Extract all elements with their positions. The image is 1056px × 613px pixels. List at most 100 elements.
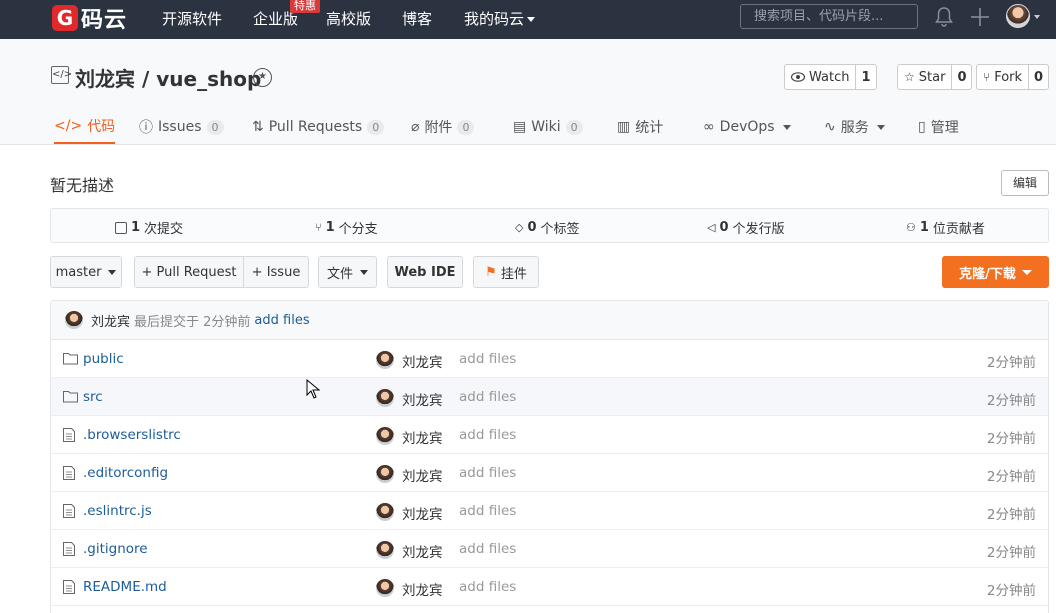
- tab-count: 0: [367, 119, 385, 135]
- table-row[interactable]: .editorconfig 刘龙宾 add files 2分钟前: [51, 454, 1048, 492]
- tab-label: Pull Requests: [268, 119, 363, 135]
- file-commit-time: 2分钟前: [986, 355, 1036, 371]
- tab-attachments[interactable]: ⌀ 附件 0: [411, 110, 475, 144]
- plus-icon[interactable]: [968, 5, 992, 29]
- file-name[interactable]: README.md: [83, 579, 167, 595]
- file-commit-author[interactable]: 刘龙宾: [402, 503, 443, 523]
- file-commit-author[interactable]: 刘龙宾: [402, 465, 443, 485]
- stat-commits[interactable]: 1 次提交: [115, 218, 183, 237]
- file-name[interactable]: .editorconfig: [83, 465, 168, 481]
- file-name[interactable]: public: [83, 351, 124, 367]
- stat-number: 0: [719, 220, 729, 235]
- avatar[interactable]: [376, 541, 394, 559]
- avatar[interactable]: [65, 311, 83, 329]
- pulse-icon: ∿: [824, 119, 836, 135]
- file-commit-message[interactable]: add files: [459, 427, 516, 443]
- infinity-icon: ∞: [703, 119, 715, 135]
- tab-issues[interactable]: ⓘ Issues 0: [139, 110, 224, 144]
- watch-count[interactable]: 1: [855, 65, 875, 89]
- nav-blog[interactable]: 博客: [402, 8, 432, 29]
- watch-label: Watch: [809, 69, 850, 85]
- contributors-icon: ⚇: [906, 221, 916, 234]
- file-commit-time: 2分钟前: [986, 469, 1036, 485]
- files-menu-button[interactable]: 文件: [318, 256, 377, 288]
- search-input[interactable]: 搜索项目、代码片段...: [740, 4, 918, 29]
- file-list: 刘龙宾 最后提交于 2分钟前 add files public 刘龙宾 add fi…: [50, 300, 1049, 613]
- file-commit-author[interactable]: 刘龙宾: [402, 389, 443, 409]
- files-label: 文件: [326, 266, 353, 282]
- stat-branches[interactable]: ⑂ 1 个分支: [315, 218, 378, 237]
- avatar[interactable]: [376, 579, 394, 597]
- last-commit-bar: 刘龙宾 最后提交于 2分钟前 add files: [51, 301, 1048, 340]
- file-name[interactable]: src: [83, 389, 103, 405]
- file-commit-author[interactable]: 刘龙宾: [402, 427, 443, 447]
- file-name[interactable]: .gitignore: [83, 541, 148, 557]
- stat-tags[interactable]: ◇ 0 个标签: [515, 218, 580, 237]
- edit-description-button[interactable]: 编辑: [1001, 170, 1049, 196]
- file-commit-author[interactable]: 刘龙宾: [402, 351, 443, 371]
- pendant-button[interactable]: ⚑ 挂件: [473, 256, 539, 288]
- file-commit-message[interactable]: add files: [459, 541, 516, 557]
- star-count[interactable]: 0: [951, 65, 971, 89]
- logo-text: 码云: [81, 8, 128, 33]
- new-issue-button[interactable]: + Issue: [243, 256, 309, 288]
- file-commit-time: 2分钟前: [986, 393, 1036, 409]
- tab-services[interactable]: ∿ 服务: [824, 110, 885, 144]
- file-commit-message[interactable]: add files: [459, 579, 516, 595]
- commit-message[interactable]: add files: [254, 313, 309, 328]
- branch-select[interactable]: master: [50, 256, 122, 288]
- file-icon: [63, 504, 75, 518]
- nav-open-source[interactable]: 开源软件: [162, 8, 222, 29]
- tab-label: 服务: [840, 120, 869, 136]
- file-commit-author[interactable]: 刘龙宾: [402, 541, 443, 561]
- table-row[interactable]: .eslintrc.js 刘龙宾 add files 2分钟前: [51, 492, 1048, 530]
- user-avatar[interactable]: [1006, 4, 1030, 28]
- web-ide-button[interactable]: Web IDE: [387, 256, 463, 288]
- tab-pull-requests[interactable]: ⇅ Pull Requests 0: [252, 110, 385, 144]
- gitee-logo[interactable]: G 码云: [52, 4, 128, 33]
- avatar[interactable]: [376, 503, 394, 521]
- repo-stats-bar: 1 次提交 ⑂ 1 个分支 ◇ 0 个标签 ◁ 0 个发行版 ⚇ 1 位贡献者: [50, 208, 1049, 243]
- fork-count[interactable]: 0: [1028, 65, 1048, 89]
- document-icon: ▯: [918, 119, 926, 135]
- file-commit-message[interactable]: add files: [459, 389, 516, 405]
- stat-releases[interactable]: ◁ 0 个发行版: [707, 218, 785, 237]
- nav-my-gitee[interactable]: 我的码云: [464, 8, 536, 29]
- avatar[interactable]: [376, 351, 394, 369]
- new-pull-request-button[interactable]: + Pull Request: [134, 256, 244, 288]
- file-commit-message[interactable]: add files: [459, 465, 516, 481]
- table-row[interactable]: src 刘龙宾 add files 2分钟前: [51, 378, 1048, 416]
- tab-wiki[interactable]: ▤ Wiki 0: [513, 110, 583, 144]
- tab-code[interactable]: </> 代码: [54, 110, 116, 144]
- stat-contributors[interactable]: ⚇ 1 位贡献者: [906, 218, 985, 237]
- repo-tabs: </> 代码 ⓘ Issues 0 ⇅ Pull Requests 0 ⌀ 附件 0 ▤ Wik…: [0, 110, 1056, 144]
- bell-icon[interactable]: [934, 6, 954, 28]
- commit-author[interactable]: 刘龙宾: [91, 311, 130, 330]
- repo-title[interactable]: 刘龙宾 / vue_shop: [75, 63, 261, 92]
- tab-statistics[interactable]: ▥ 统计: [617, 110, 663, 144]
- watch-button[interactable]: Watch 1: [784, 64, 877, 90]
- table-row[interactable]: public 刘龙宾 add files 2分钟前: [51, 340, 1048, 378]
- clone-download-button[interactable]: 克隆/下载: [942, 256, 1049, 288]
- file-commit-author[interactable]: 刘龙宾: [402, 579, 443, 599]
- file-commit-message[interactable]: add files: [459, 503, 516, 519]
- tab-manage[interactable]: ▯ 管理: [918, 110, 959, 144]
- file-commit-message[interactable]: add files: [459, 351, 516, 367]
- table-row[interactable]: .gitignore 刘龙宾 add files 2分钟前: [51, 530, 1048, 568]
- star-button[interactable]: ☆ Star 0: [897, 64, 973, 90]
- file-name[interactable]: .browserslistrc: [83, 427, 181, 443]
- tab-label: Issues: [158, 119, 202, 135]
- avatar[interactable]: [376, 389, 394, 407]
- table-row[interactable]: README.md 刘龙宾 add files 2分钟前: [51, 568, 1048, 606]
- avatar[interactable]: [376, 465, 394, 483]
- nav-education[interactable]: 高校版: [326, 8, 371, 29]
- file-name[interactable]: .eslintrc.js: [83, 503, 152, 519]
- tab-devops[interactable]: ∞ DevOps: [703, 110, 791, 144]
- fork-button[interactable]: ⑂ Fork 0: [976, 64, 1050, 90]
- table-row[interactable]: .browserslistrc 刘龙宾 add files 2分钟前: [51, 416, 1048, 454]
- file-icon: [63, 428, 75, 442]
- bar-chart-icon: ▥: [617, 119, 631, 135]
- medal-icon[interactable]: ★: [253, 68, 272, 87]
- avatar[interactable]: [376, 427, 394, 445]
- star-label: Star: [918, 69, 946, 85]
